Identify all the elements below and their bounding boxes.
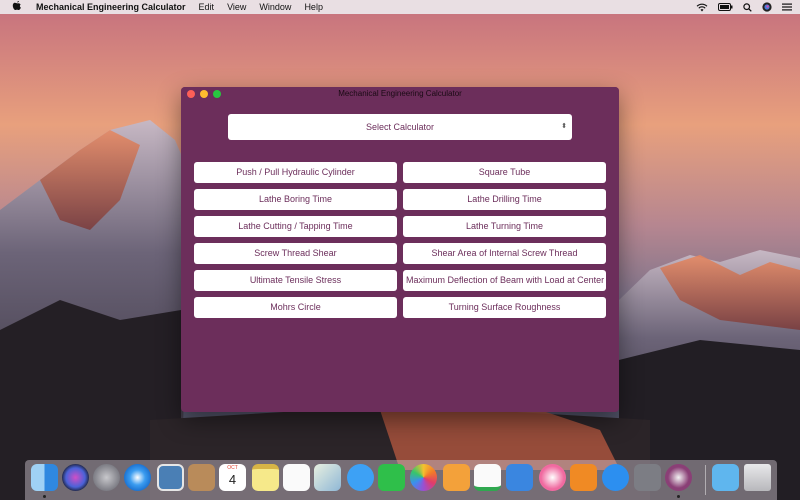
shear-area-internal-screw-thread-button[interactable]: Shear Area of Internal Screw Thread: [403, 243, 606, 264]
running-indicator: [677, 495, 680, 498]
view-menu[interactable]: View: [227, 2, 246, 12]
running-indicator: [43, 495, 46, 498]
siri-icon[interactable]: [762, 2, 772, 12]
calendar-month-label: OCT: [227, 465, 238, 471]
dock-separator: [705, 465, 706, 495]
app-store-icon[interactable]: [602, 464, 629, 491]
lathe-boring-time-button[interactable]: Lathe Boring Time: [194, 189, 397, 210]
facetime-icon[interactable]: [378, 464, 405, 491]
mechanical-calculator-app-icon[interactable]: [665, 464, 692, 491]
keynote-icon[interactable]: [506, 464, 533, 491]
close-button[interactable]: [187, 90, 195, 98]
lathe-cutting-tapping-time-button[interactable]: Lathe Cutting / Tapping Time: [194, 216, 397, 237]
calculator-select[interactable]: Select Calculator ⬍: [228, 114, 572, 140]
calendar-icon[interactable]: OCT 4: [219, 464, 246, 491]
mohrs-circle-button[interactable]: Mohrs Circle: [194, 297, 397, 318]
contacts-icon[interactable]: [188, 464, 215, 491]
photos-icon[interactable]: [410, 464, 437, 491]
ultimate-tensile-stress-button[interactable]: Ultimate Tensile Stress: [194, 270, 397, 291]
system-preferences-icon[interactable]: [634, 464, 661, 491]
menu-bar: Mechanical Engineering Calculator Edit V…: [0, 0, 800, 14]
trash-icon[interactable]: [744, 464, 771, 491]
minimize-button[interactable]: [200, 90, 208, 98]
help-menu[interactable]: Help: [304, 2, 323, 12]
edit-menu[interactable]: Edit: [199, 2, 215, 12]
window-titlebar[interactable]: Mechanical Engineering Calculator: [181, 87, 619, 101]
app-menu[interactable]: Mechanical Engineering Calculator: [36, 2, 186, 12]
finder-icon[interactable]: [31, 464, 58, 491]
siri-dock-icon[interactable]: [62, 464, 89, 491]
up-down-chevron-icon: ⬍: [561, 123, 567, 130]
notification-center-icon[interactable]: [782, 3, 792, 11]
messages-icon[interactable]: [347, 464, 374, 491]
photo-booth-icon[interactable]: [157, 464, 184, 491]
window-controls: [187, 90, 221, 98]
numbers-icon[interactable]: [474, 464, 501, 491]
pages-icon[interactable]: [443, 464, 470, 491]
turning-surface-roughness-button[interactable]: Turning Surface Roughness: [403, 297, 606, 318]
lathe-drilling-time-button[interactable]: Lathe Drilling Time: [403, 189, 606, 210]
preview-icon[interactable]: [314, 464, 341, 491]
square-tube-button[interactable]: Square Tube: [403, 162, 606, 183]
zoom-button[interactable]: [213, 90, 221, 98]
lathe-turning-time-button[interactable]: Lathe Turning Time: [403, 216, 606, 237]
app-window: Mechanical Engineering Calculator Select…: [181, 87, 619, 412]
search-icon[interactable]: [743, 2, 752, 12]
notes-icon[interactable]: [252, 464, 279, 491]
downloads-folder-icon[interactable]: [712, 464, 739, 491]
battery-icon[interactable]: [718, 3, 733, 11]
launchpad-icon[interactable]: [93, 464, 120, 491]
window-menu[interactable]: Window: [259, 2, 291, 12]
itunes-icon[interactable]: [539, 464, 566, 491]
push-pull-hydraulic-cylinder-button[interactable]: Push / Pull Hydraulic Cylinder: [194, 162, 397, 183]
wifi-icon[interactable]: [696, 3, 708, 12]
ibooks-icon[interactable]: [570, 464, 597, 491]
reminders-icon[interactable]: [283, 464, 310, 491]
safari-icon[interactable]: [124, 464, 151, 491]
calculator-select-label: Select Calculator: [365, 122, 435, 132]
calendar-day-label: 4: [228, 472, 237, 487]
window-title: Mechanical Engineering Calculator: [338, 89, 462, 98]
apple-menu-icon[interactable]: [12, 0, 26, 14]
max-deflection-beam-button[interactable]: Maximum Deflection of Beam with Load at …: [403, 270, 606, 291]
screw-thread-shear-button[interactable]: Screw Thread Shear: [194, 243, 397, 264]
